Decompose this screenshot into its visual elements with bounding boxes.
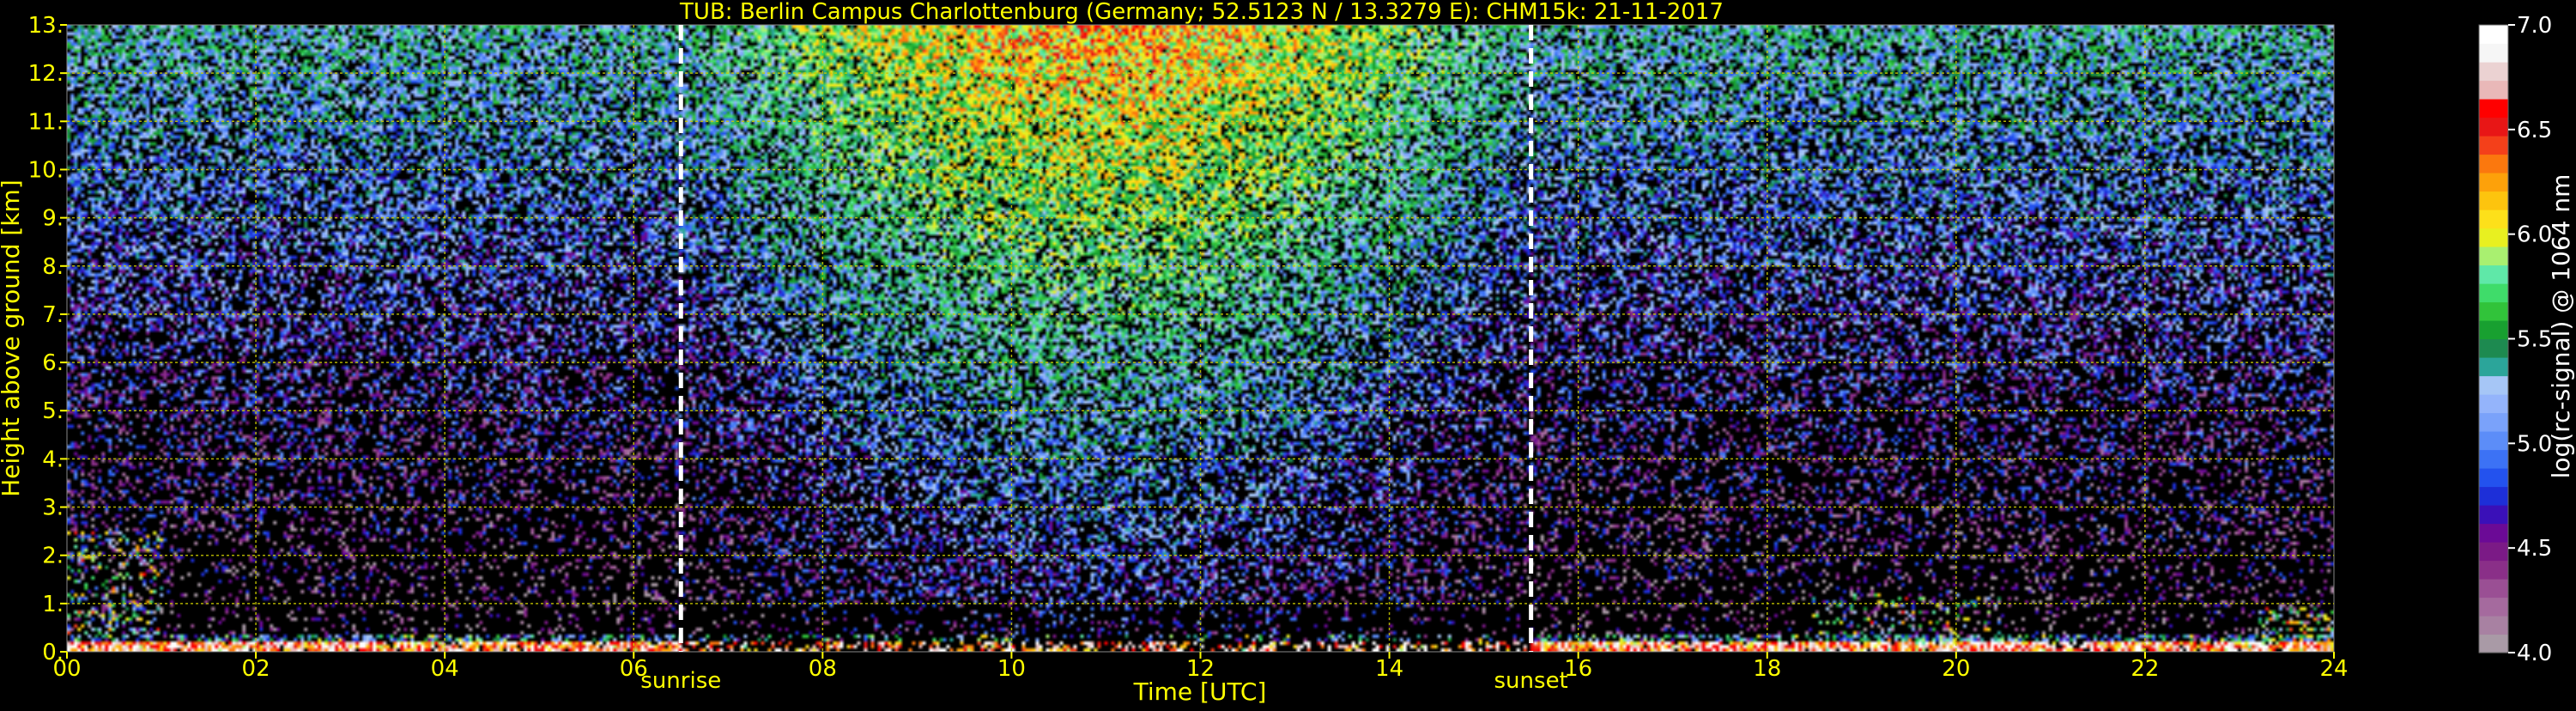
x-tick-label: 02: [242, 656, 270, 682]
x-tick-label: 06: [620, 656, 648, 682]
colorbar-swatch: [2479, 412, 2508, 432]
colorbar-swatch: [2479, 99, 2508, 118]
colorbar-tick-label: 4.0: [2517, 641, 2552, 666]
y-tick-label: 5.: [42, 398, 64, 424]
y-tick-label: 4.: [42, 447, 64, 472]
x-tick-label: 16: [1564, 656, 1592, 682]
colorbar-swatch: [2479, 579, 2508, 599]
y-tick-label: 0.: [42, 640, 64, 665]
colorbar-tick-label: 7.0: [2517, 13, 2552, 39]
colorbar-swatch: [2479, 25, 2508, 45]
y-tick-label: 7.: [42, 302, 64, 328]
y-tick-label: 10.: [28, 157, 64, 183]
x-tick-label: 18: [1753, 656, 1781, 682]
sunset-label: sunset: [1494, 668, 1568, 694]
colorbar-swatch: [2479, 228, 2508, 247]
x-tick-label: 14: [1375, 656, 1403, 682]
sunrise-label: sunrise: [640, 668, 721, 694]
y-tick-label: 11.: [28, 109, 64, 135]
colorbar-swatch: [2479, 449, 2508, 469]
x-axis-label: Time [UTC]: [1133, 678, 1267, 706]
x-tick-label: 24: [2319, 656, 2348, 682]
colorbar-swatch: [2479, 560, 2508, 580]
colorbar-swatch: [2479, 505, 2508, 525]
chart-title: TUB: Berlin Campus Charlottenburg (Germa…: [679, 0, 1724, 25]
x-tick-label: 20: [1942, 656, 1970, 682]
colorbar-swatch: [2479, 542, 2508, 562]
colorbar-swatch: [2479, 136, 2508, 155]
colorbar-tick-label: 6.5: [2517, 118, 2552, 143]
colorbar-swatch: [2479, 634, 2508, 653]
colorbar-swatch: [2479, 431, 2508, 451]
y-tick-label: 9.: [42, 206, 64, 232]
figure: TUB: Berlin Campus Charlottenburg (Germa…: [0, 0, 2576, 708]
colorbar-swatch: [2479, 283, 2508, 303]
colorbar-swatch: [2479, 468, 2508, 488]
colorbar-swatch: [2479, 301, 2508, 321]
y-tick-label: 8.: [42, 254, 64, 280]
y-tick-label: 3.: [42, 495, 64, 521]
colorbar-swatch: [2479, 62, 2508, 82]
colorbar-swatch: [2479, 80, 2508, 100]
y-tick-label: 13.: [28, 13, 64, 39]
colorbar-tick-label: 4.5: [2517, 536, 2552, 562]
colorbar-swatch: [2479, 320, 2508, 340]
colorbar: 4.04.55.05.56.06.57.0: [2478, 13, 2552, 666]
colorbar-swatch: [2479, 338, 2508, 358]
colorbar-swatch: [2479, 616, 2508, 635]
colorbar-swatch: [2479, 357, 2508, 377]
colorbar-swatch: [2479, 394, 2508, 414]
colorbar-swatch: [2479, 191, 2508, 210]
colorbar-swatch: [2479, 523, 2508, 543]
colorbar-swatch: [2479, 486, 2508, 506]
colorbar-swatch: [2479, 264, 2508, 284]
figure-svg: TUB: Berlin Campus Charlottenburg (Germa…: [0, 0, 2575, 706]
y-tick-label: 6.: [42, 350, 64, 376]
colorbar-swatch: [2479, 246, 2508, 266]
colorbar-swatch: [2479, 154, 2508, 173]
colorbar-swatch: [2479, 43, 2508, 63]
y-axis-label: Height above ground [km]: [0, 179, 25, 497]
x-tick-label: 04: [431, 656, 459, 682]
y-tick-label: 1.: [42, 592, 64, 617]
colorbar-swatch: [2479, 117, 2508, 137]
colorbar-swatch: [2479, 210, 2508, 229]
y-tick-label: 12.: [28, 61, 64, 87]
x-tick-label: 22: [2131, 656, 2159, 682]
colorbar-swatch: [2479, 597, 2508, 617]
colorbar-swatch: [2479, 173, 2508, 192]
y-tick-label: 2.: [42, 544, 64, 569]
colorbar-label: log(rc-signal) @ 1064 nm: [2547, 174, 2575, 479]
colorbar-swatch: [2479, 375, 2508, 395]
x-tick-label: 08: [809, 656, 837, 682]
x-tick-label: 10: [997, 656, 1026, 682]
y-axis-ticks: 0. 1. 2. 3. 4. 5. 6. 7. 8. 9. 10. 11. 12. 13.: [28, 13, 67, 665]
